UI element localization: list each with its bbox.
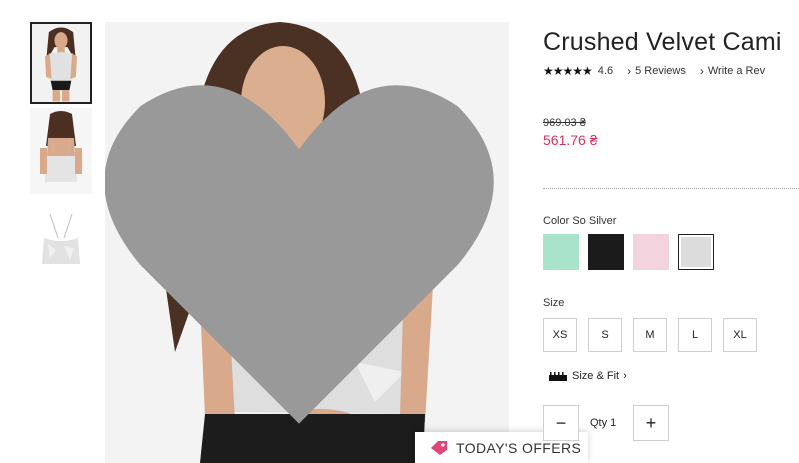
model-back-thumbnail-image bbox=[30, 108, 92, 194]
size-button-xs[interactable]: XS bbox=[543, 318, 577, 352]
color-label: Color So Silver bbox=[543, 215, 617, 227]
quantity-label: Qty 1 bbox=[590, 417, 617, 429]
heart-icon[interactable] bbox=[105, 30, 501, 463]
swatch-silver[interactable] bbox=[678, 234, 714, 270]
swatch-pink[interactable] bbox=[633, 234, 669, 270]
star-rating-icon: ★★★★★ bbox=[543, 64, 593, 78]
thumbnail-model-front[interactable] bbox=[30, 22, 92, 104]
size-button-s[interactable]: S bbox=[588, 318, 622, 352]
thumbnail-product-flat[interactable] bbox=[30, 204, 92, 282]
chevron-right-icon: › bbox=[623, 370, 627, 382]
product-flat-thumbnail-image bbox=[30, 204, 92, 282]
quantity-plus-button[interactable]: + bbox=[633, 405, 669, 441]
size-and-fit-label: Size & Fit bbox=[572, 370, 620, 382]
chevron-right-icon: › bbox=[699, 64, 704, 78]
quantity-minus-button[interactable]: − bbox=[543, 405, 579, 441]
product-info-panel: Crushed Velvet Cami ★★★★★ 4.6 › 5 Review… bbox=[543, 0, 799, 463]
size-and-fit-link[interactable]: Size & Fit › bbox=[549, 370, 627, 382]
size-button-xl[interactable]: XL bbox=[723, 318, 757, 352]
swatch-black[interactable] bbox=[588, 234, 624, 270]
size-button-l[interactable]: L bbox=[678, 318, 712, 352]
thumbnail-model-back[interactable] bbox=[30, 108, 92, 194]
product-title: Crushed Velvet Cami bbox=[543, 28, 782, 56]
sale-price: 561.76 ₴ bbox=[543, 132, 598, 148]
chevron-right-icon: › bbox=[627, 64, 632, 78]
swatch-mint[interactable] bbox=[543, 234, 579, 270]
tag-icon bbox=[431, 440, 447, 455]
main-product-image bbox=[105, 22, 509, 463]
original-price: 969.03 ₴ bbox=[543, 117, 586, 129]
write-review-link[interactable]: Write a Rev bbox=[708, 65, 765, 77]
rating-value: 4.6 bbox=[597, 65, 614, 77]
reviews-link[interactable]: 5 Reviews bbox=[635, 65, 686, 77]
ruler-icon bbox=[549, 371, 567, 381]
model-front-thumbnail-image bbox=[32, 24, 90, 102]
size-label: Size bbox=[543, 297, 565, 309]
section-divider bbox=[543, 188, 799, 189]
size-button-m[interactable]: M bbox=[633, 318, 667, 352]
rating-row: ★★★★★ 4.6 › 5 Reviews › Write a Rev bbox=[543, 64, 765, 78]
